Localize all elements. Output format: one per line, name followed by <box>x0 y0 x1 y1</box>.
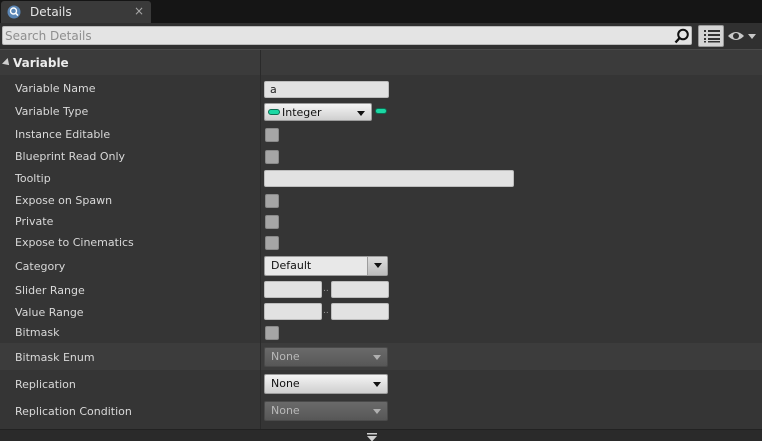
chevron-down-icon <box>373 409 381 414</box>
property-label: Value Range <box>15 306 84 319</box>
expose-to-cinematics-checkbox[interactable] <box>265 236 279 250</box>
property-label: Variable Type <box>15 105 89 118</box>
slider-range-min-field[interactable] <box>264 281 322 298</box>
visibility-filter-button[interactable] <box>727 28 761 44</box>
row-category: Category Default <box>0 253 762 277</box>
row-value-range: Value Range .. <box>0 299 762 321</box>
container-type-icon[interactable] <box>375 108 387 114</box>
category-label: Variable <box>13 56 69 70</box>
search-row <box>0 23 762 49</box>
combo-value: None <box>271 350 300 363</box>
property-label: Bitmask Enum <box>15 351 95 364</box>
value-range-max-field[interactable] <box>331 303 389 320</box>
column-divider[interactable] <box>260 75 261 429</box>
eye-visibility-icon <box>727 32 761 47</box>
details-magnifier-icon <box>7 5 21 19</box>
close-icon[interactable]: × <box>134 5 144 17</box>
bitmask-checkbox[interactable] <box>265 326 279 340</box>
private-checkbox[interactable] <box>265 215 279 229</box>
replication-combo[interactable]: None <box>264 374 388 394</box>
property-label: Instance Editable <box>15 128 111 141</box>
range-separator: .. <box>323 306 329 316</box>
value-range-min-field[interactable] <box>264 303 322 320</box>
category-variable[interactable]: Variable <box>0 49 762 76</box>
row-replication-condition: Replication Condition None <box>0 397 762 424</box>
property-label: Expose on Spawn <box>15 194 113 207</box>
property-label: Blueprint Read Only <box>15 150 126 163</box>
view-options-button[interactable] <box>698 25 724 47</box>
property-label: Expose to Cinematics <box>15 236 134 249</box>
category-combo[interactable]: Default <box>264 256 388 276</box>
search-icon[interactable] <box>674 28 690 44</box>
tab-details[interactable]: Details × <box>1 1 151 23</box>
variable-name-field[interactable]: a <box>264 81 389 98</box>
advanced-expander[interactable] <box>0 429 762 441</box>
row-private: Private <box>0 210 762 231</box>
chevron-down-icon <box>374 263 382 268</box>
row-bitmask-enum: Bitmask Enum None <box>0 343 762 370</box>
search-box[interactable] <box>2 26 692 45</box>
chevron-down-icon <box>357 111 365 116</box>
variable-type-combo[interactable]: Integer <box>264 103 372 121</box>
row-slider-range: Slider Range .. <box>0 277 762 299</box>
collapse-arrow-icon[interactable] <box>2 58 12 68</box>
row-tooltip: Tooltip <box>0 167 762 189</box>
row-expose-on-spawn: Expose on Spawn <box>0 189 762 210</box>
row-blueprint-read-only: Blueprint Read Only <box>0 145 762 167</box>
blueprint-read-only-checkbox[interactable] <box>265 150 279 164</box>
tooltip-field[interactable] <box>264 170 514 187</box>
row-instance-editable: Instance Editable <box>0 123 762 145</box>
row-variable-type: Variable Type Integer <box>0 100 762 123</box>
property-label: Tooltip <box>15 172 51 185</box>
combo-button[interactable] <box>367 257 387 275</box>
row-replication: Replication None <box>0 370 762 397</box>
tab-label: Details <box>30 5 72 19</box>
chevron-down-icon <box>373 382 381 387</box>
slider-range-max-field[interactable] <box>331 281 389 298</box>
expose-on-spawn-checkbox[interactable] <box>265 194 279 208</box>
show-advanced-arrow-icon[interactable] <box>366 432 378 441</box>
range-separator: .. <box>323 284 329 294</box>
tab-bar: Details × <box>0 0 762 23</box>
search-input[interactable] <box>5 28 665 43</box>
property-label: Private <box>15 215 54 228</box>
property-label: Bitmask <box>15 326 60 339</box>
replication-condition-combo[interactable]: None <box>264 401 388 421</box>
instance-editable-checkbox[interactable] <box>265 128 279 142</box>
property-label: Variable Name <box>15 82 96 95</box>
property-label: Category <box>15 260 66 273</box>
column-divider[interactable] <box>260 50 261 76</box>
combo-value: None <box>271 377 300 390</box>
details-panel: Variable Variable Name a Variable Type I… <box>0 23 762 441</box>
combo-value: Integer <box>282 106 322 119</box>
integer-pin-icon <box>268 109 280 115</box>
property-label: Slider Range <box>15 284 85 297</box>
combo-value: None <box>271 404 300 417</box>
property-label: Replication <box>15 378 76 391</box>
property-label: Replication Condition <box>15 405 132 418</box>
row-bitmask: Bitmask <box>0 321 762 343</box>
row-variable-name: Variable Name a <box>0 75 762 100</box>
bitmask-enum-combo[interactable]: None <box>264 347 388 367</box>
chevron-down-icon <box>373 355 381 360</box>
row-expose-to-cinematics: Expose to Cinematics <box>0 231 762 253</box>
combo-value: Default <box>271 259 312 272</box>
property-list: Variable Name a Variable Type Integer In… <box>0 75 762 429</box>
